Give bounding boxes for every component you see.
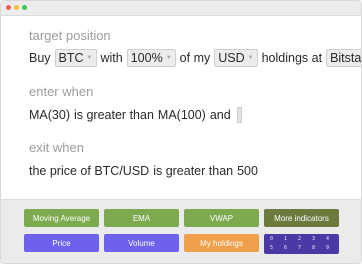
minimize-window-button[interactable] — [14, 5, 19, 10]
vwap-block[interactable]: VWAP — [184, 209, 259, 227]
asset-dropdown-value: BTC — [58, 51, 84, 65]
app-window: target position Buy BTC ▼ with 100% ▼ of… — [0, 0, 362, 264]
strategy-editor: target position Buy BTC ▼ with 100% ▼ of… — [1, 16, 361, 199]
exit-operator[interactable]: is greater than — [153, 164, 233, 178]
holdings-at-word: holdings at — [261, 51, 323, 65]
chevron-down-icon: ▼ — [86, 55, 93, 61]
percent-dropdown[interactable]: 100% ▼ — [126, 49, 176, 67]
exit-right-operand[interactable]: 500 — [237, 164, 258, 178]
close-window-button[interactable] — [6, 5, 11, 10]
currency-dropdown[interactable]: USD ▼ — [214, 49, 258, 67]
maximize-window-button[interactable] — [22, 5, 27, 10]
block-palette: Moving Average EMA VWAP More indicators … — [1, 199, 361, 263]
target-sentence: Buy BTC ▼ with 100% ▼ of my USD ▼ holdin… — [29, 49, 362, 67]
digit-key[interactable]: 4 — [326, 236, 329, 242]
number-block[interactable]: 0 1 2 3 4 5 6 7 8 9 — [264, 234, 339, 254]
digit-key[interactable]: 8 — [312, 245, 315, 251]
exchange-dropdown-value: Bitstamp — [330, 51, 362, 65]
target-position-label: target position — [29, 28, 111, 43]
currency-dropdown-value: USD — [218, 51, 245, 65]
percent-dropdown-value: 100% — [130, 51, 163, 65]
with-word: with — [100, 51, 123, 65]
of-my-word: of my — [179, 51, 211, 65]
more-indicators-block[interactable]: More indicators — [264, 209, 339, 227]
price-block[interactable]: Price — [24, 234, 99, 252]
condition-input-cursor[interactable] — [236, 107, 242, 123]
ema-block[interactable]: EMA — [104, 209, 179, 227]
exchange-dropdown[interactable]: Bitstamp ▼ — [326, 49, 362, 67]
digit-key[interactable]: 9 — [326, 245, 329, 251]
chevron-down-icon: ▼ — [165, 55, 172, 61]
enter-left-operand[interactable]: MA(30) — [29, 108, 70, 122]
volume-block[interactable]: Volume — [104, 234, 179, 252]
digit-key[interactable]: 0 — [270, 236, 273, 242]
exit-sentence: the price of BTC/USD is greater than 500 — [29, 164, 262, 178]
enter-conjunction[interactable]: and — [210, 108, 231, 122]
exit-left-operand[interactable]: the price of BTC/USD — [29, 164, 149, 178]
digit-key[interactable]: 2 — [298, 236, 301, 242]
enter-when-label: enter when — [29, 84, 94, 99]
title-bar — [1, 1, 361, 16]
chevron-down-icon: ▼ — [247, 55, 254, 61]
digit-key[interactable]: 6 — [284, 245, 287, 251]
buy-word: Buy — [29, 51, 51, 65]
asset-dropdown[interactable]: BTC ▼ — [54, 49, 97, 67]
digit-key[interactable]: 7 — [298, 245, 301, 251]
exit-when-label: exit when — [29, 140, 84, 155]
moving-average-block[interactable]: Moving Average — [24, 209, 99, 227]
digit-key[interactable]: 3 — [312, 236, 315, 242]
enter-right-operand[interactable]: MA(100) — [158, 108, 206, 122]
enter-sentence: MA(30) is greater than MA(100) and — [29, 107, 242, 123]
enter-operator[interactable]: is greater than — [74, 108, 154, 122]
digit-key[interactable]: 5 — [270, 245, 273, 251]
my-holdings-block[interactable]: My holdings — [184, 234, 259, 252]
digit-key[interactable]: 1 — [284, 236, 287, 242]
